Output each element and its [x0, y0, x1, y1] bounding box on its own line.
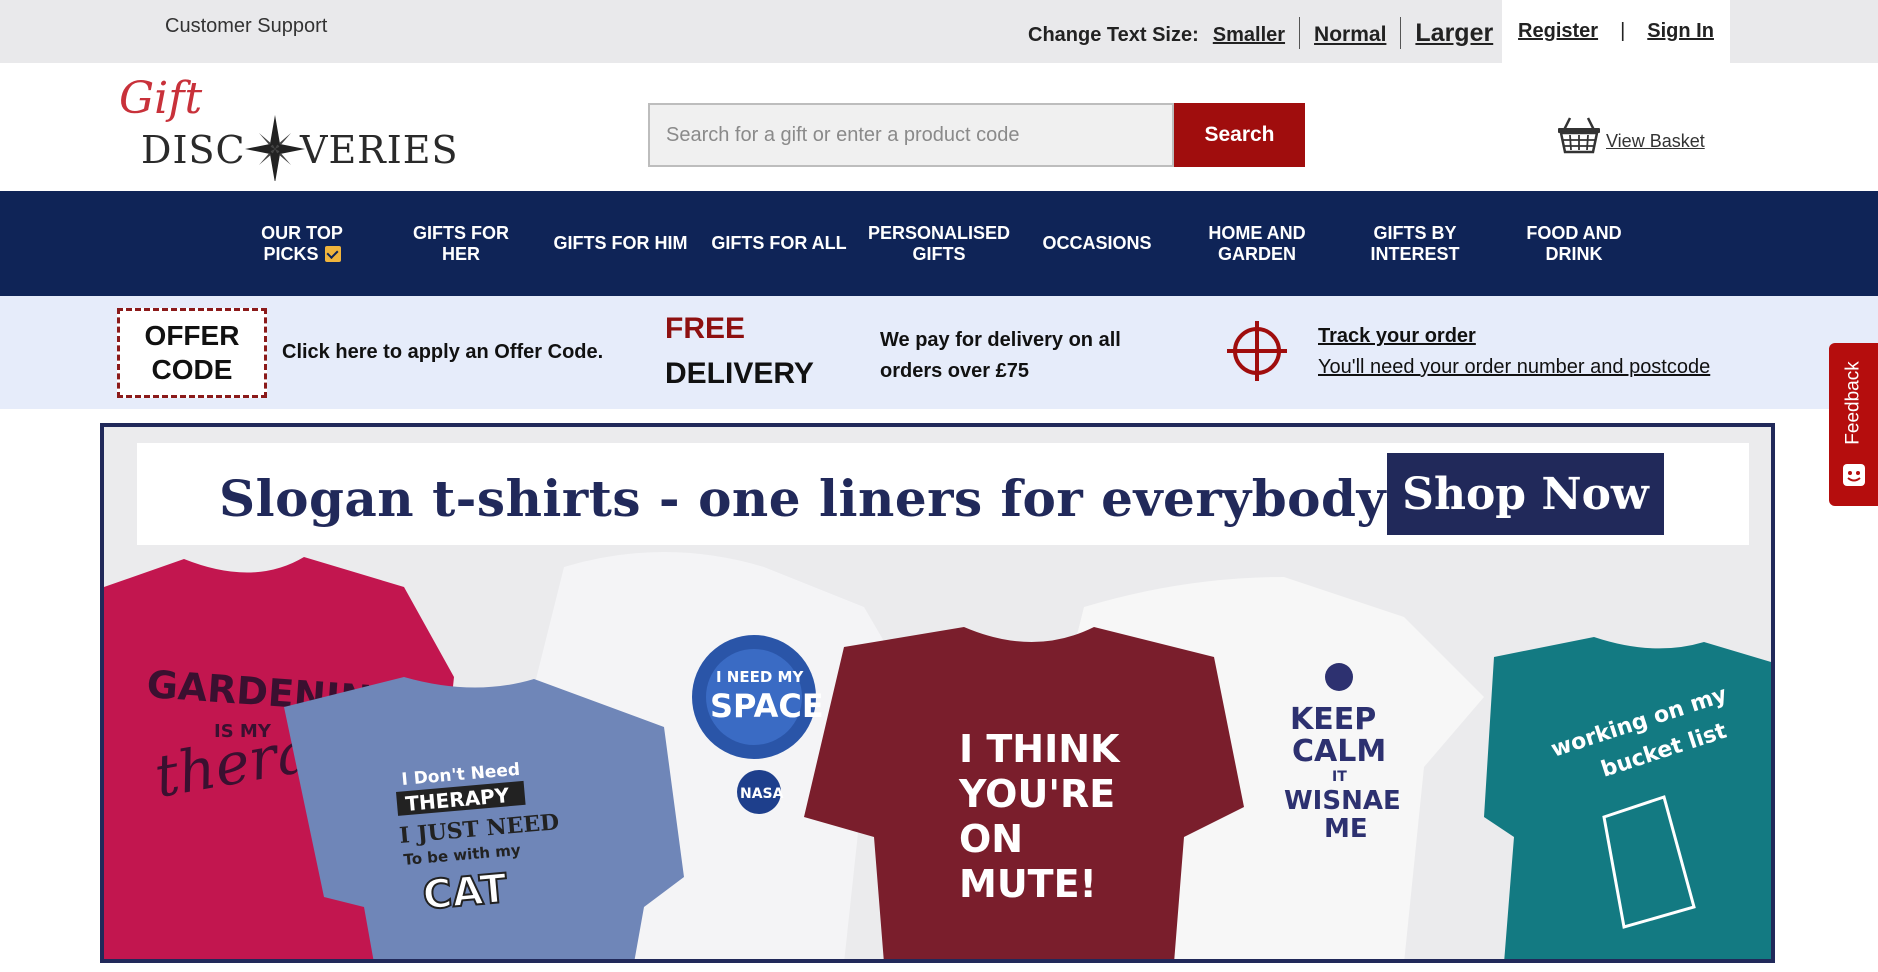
apply-offer-code-link[interactable]: Click here to apply an Offer Code. [282, 341, 603, 364]
shirt5-line5: ME [1324, 814, 1368, 844]
nav-food-and-drink[interactable]: FOOD AND DRINK [1512, 191, 1636, 296]
nav-label-line1: HOME AND [1208, 222, 1306, 243]
track-order-subtext-link[interactable]: You'll need your order number and postco… [1318, 356, 1710, 379]
text-size-smaller-link[interactable]: Smaller [1213, 24, 1299, 47]
shirt4-line4: MUTE! [959, 862, 1097, 906]
text-size-controls: Change Text Size: Smaller Normal Larger [1028, 17, 1507, 49]
nav-label-line1: OUR TOP [261, 222, 343, 243]
shirt4-line3: ON [959, 817, 1023, 861]
free-delivery-delivery: DELIVERY [665, 357, 814, 390]
hero-banner[interactable]: Slogan t-shirts - one liners for everybo… [100, 423, 1775, 963]
nav-label-line1: PERSONALISED [867, 222, 1011, 243]
crosshair-icon [1227, 321, 1287, 381]
sign-in-link[interactable]: Sign In [1647, 20, 1714, 43]
shirt4-line1: I THINK [959, 727, 1121, 771]
register-link[interactable]: Register [1518, 20, 1598, 43]
shop-now-button[interactable]: Shop Now [1387, 453, 1664, 535]
nav-label-line2: DRINK [1545, 243, 1603, 264]
shirt3-line2: SPACE [710, 687, 824, 725]
basket-link[interactable]: View Basket [1556, 116, 1705, 154]
nav-label-line1: FOOD AND [1526, 222, 1622, 243]
nav-label-line2: INTEREST [1370, 243, 1460, 264]
account-separator: | [1620, 20, 1626, 42]
shirt5-line3: IT [1332, 769, 1347, 785]
logo-veries-text: VERIES [299, 128, 459, 172]
checkbox-icon [324, 245, 341, 262]
nav-label-line1: GIFTS FOR HIM [553, 233, 688, 253]
view-basket-label: View Basket [1606, 131, 1705, 151]
compass-star-icon [245, 115, 305, 181]
customer-support-link[interactable]: Customer Support [165, 15, 327, 38]
nav-label-line2: GARDEN [1217, 243, 1296, 264]
tshirt-bucket-list: working on my bucket list [1484, 637, 1771, 959]
text-size-label: Change Text Size: [1028, 23, 1199, 46]
nav-label-line2: PICKS [263, 243, 319, 264]
tshirt-collage-image: GARDENING IS MY therapy I NEED MY SPACE … [104, 552, 1771, 959]
logo-gift-text: Gift [119, 77, 203, 124]
shirt3-line1: I NEED MY [716, 668, 804, 686]
nav-gifts-for-all[interactable]: GIFTS FOR ALL [706, 191, 852, 296]
text-size-normal-link[interactable]: Normal [1300, 23, 1400, 47]
nav-label-line1: GIFTS BY [1373, 222, 1457, 243]
track-order-link[interactable]: Track your order [1318, 325, 1476, 348]
feedback-label: Feedback [1842, 361, 1864, 445]
site-header: Gift DISC VERIES Search View Basket [0, 63, 1878, 191]
banner-slogan: Slogan t-shirts - one liners for everybo… [219, 469, 1409, 528]
search-bar: Search [648, 103, 1305, 167]
text-size-larger-link[interactable]: Larger [1401, 19, 1507, 48]
offer-code-line2: CODE [151, 354, 233, 385]
delivery-note: We pay for delivery on all orders over £… [880, 329, 1121, 382]
smiley-icon [1843, 464, 1865, 486]
tshirt-on-mute: I THINK YOU'RE ON MUTE! [804, 627, 1244, 959]
shirt5-line1: KEEP [1290, 702, 1376, 737]
account-links: Register | Sign In [1502, 0, 1730, 63]
shirt3-line3: NASA [740, 786, 784, 802]
nav-label-line2: HER [441, 243, 480, 264]
nav-gifts-for-her[interactable]: GIFTS FOR HER [404, 191, 518, 296]
banner-headline: Slogan t-shirts - one liners for everybo… [137, 443, 1749, 545]
logo-disc-text: DISC [141, 128, 246, 172]
main-navigation: OUR TOP PICKS GIFTS FOR HER GIFTS FOR HIM … [0, 191, 1878, 296]
search-input[interactable] [648, 103, 1174, 167]
feedback-label-wrap: Feedback [1829, 343, 1878, 463]
shirt5-line2: CALM [1292, 734, 1386, 769]
top-utility-bar: Customer Support Change Text Size: Small… [0, 0, 1878, 63]
nav-home-and-garden[interactable]: HOME AND GARDEN [1192, 191, 1322, 296]
nav-label-line1: GIFTS FOR [413, 222, 509, 243]
shirt4-line2: YOU'RE [958, 772, 1115, 816]
promo-strip: OFFER CODE Click here to apply an Offer … [0, 296, 1878, 409]
nav-occasions[interactable]: OCCASIONS [1036, 191, 1158, 296]
nav-label-line2: GIFTS [912, 243, 966, 264]
gift-discoveries-logo[interactable]: Gift DISC VERIES [115, 77, 465, 181]
nav-label-line1: GIFTS FOR ALL [711, 233, 847, 253]
nav-gifts-for-him[interactable]: GIFTS FOR HIM [548, 191, 693, 296]
feedback-tab[interactable]: Feedback [1829, 343, 1878, 506]
nav-our-top-picks[interactable]: OUR TOP PICKS [246, 191, 358, 296]
shirt2-line5: CAT [421, 866, 510, 919]
offer-code-line1: OFFER [144, 320, 240, 351]
basket-icon [1558, 117, 1600, 154]
free-delivery-free: FREE [665, 312, 746, 345]
nav-gifts-by-interest[interactable]: GIFTS BY INTEREST [1352, 191, 1478, 296]
nav-personalised-gifts[interactable]: PERSONALISED GIFTS [864, 191, 1014, 296]
nav-label-line1: OCCASIONS [1042, 233, 1152, 253]
search-button[interactable]: Search [1174, 103, 1305, 167]
offer-code-button[interactable]: OFFER CODE [117, 308, 267, 398]
shirt5-line4: WISNAE [1284, 786, 1401, 816]
